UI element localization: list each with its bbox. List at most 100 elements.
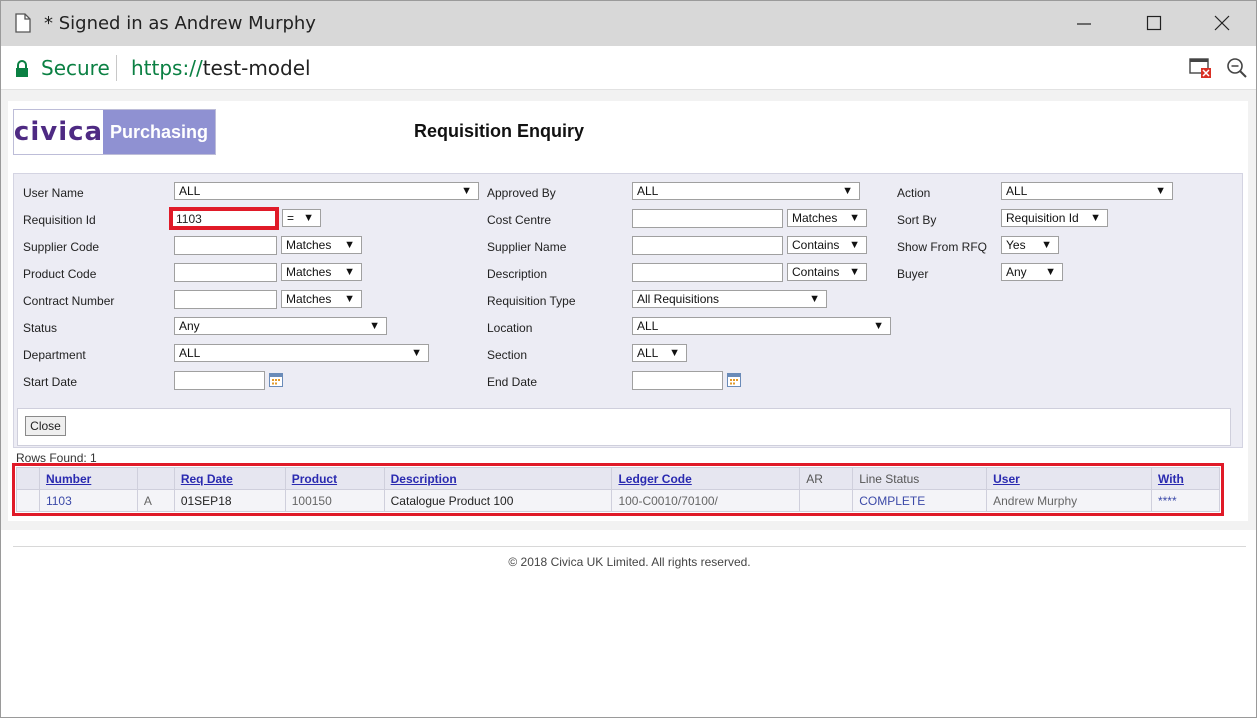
col-header-ledger-code[interactable]: Ledger Code [611,467,801,490]
supplier-code-label: Supplier Code [23,240,100,254]
cell-req-date: 01SEP18 [173,489,286,512]
supplier-code-input[interactable] [174,236,277,255]
product-code-operator-select[interactable]: Matches ▼ [281,263,362,281]
cell-ledger-code: 100-C0010/70100/ [611,489,801,512]
dropdown-arrow-icon: ▼ [849,212,860,224]
col-header-with[interactable]: With [1150,467,1221,490]
dropdown-arrow-icon: ▼ [303,212,314,224]
sort-by-select[interactable]: Requisition Id ▼ [1001,209,1108,227]
minimize-button[interactable] [1054,1,1114,46]
close-button[interactable]: Close [25,416,66,436]
close-icon [1214,15,1230,31]
requisition-id-label: Requisition Id [23,213,96,227]
requisition-type-select[interactable]: All Requisitions ▼ [632,290,827,308]
dropdown-arrow-icon: ▼ [809,293,820,305]
document-icon [15,13,31,36]
product-code-input[interactable] [174,263,277,282]
browser-window: * Signed in as Andrew Murphy Secure http… [0,0,1257,718]
col-header-user[interactable]: User [986,467,1152,490]
calendar-icon[interactable] [727,373,741,387]
cell-description: Catalogue Product 100 [383,489,613,512]
dropdown-arrow-icon: ▼ [369,320,380,332]
buyer-select[interactable]: Any ▼ [1001,263,1063,281]
location-select[interactable]: ALL ▼ [632,317,891,335]
cell-number[interactable]: 1103 [38,489,138,512]
dropdown-arrow-icon: ▼ [873,320,884,332]
address-divider [116,55,117,81]
dropdown-arrow-icon: ▼ [344,239,355,251]
col-header-blank [16,467,40,490]
start-date-input[interactable] [174,371,265,390]
close-window-button[interactable] [1192,1,1252,46]
contract-number-operator-select[interactable]: Matches ▼ [281,290,362,308]
cell-product: 100150 [284,489,385,512]
cell-with[interactable]: **** [1150,489,1221,512]
user-name-label: User Name [23,186,84,200]
results-table: Number Req Date Product Description Ledg… [16,467,1221,512]
window-title: * Signed in as Andrew Murphy [44,13,316,34]
approved-by-select[interactable]: ALL ▼ [632,182,860,200]
show-from-rfq-select[interactable]: Yes ▼ [1001,236,1059,254]
close-bar [17,408,1231,446]
description-label: Description [487,267,548,281]
product-code-label: Product Code [23,267,97,281]
contract-number-label: Contract Number [23,294,115,308]
cost-centre-operator-select[interactable]: Matches ▼ [787,209,867,227]
dropdown-arrow-icon: ▼ [1155,185,1166,197]
supplier-name-operator-select[interactable]: Contains ▼ [787,236,867,254]
description-input[interactable] [632,263,783,282]
maximize-button[interactable] [1124,1,1184,46]
page-title: Requisition Enquiry [414,121,585,141]
col-header-description[interactable]: Description [383,467,613,490]
dropdown-arrow-icon: ▼ [344,266,355,278]
col-header-ar: AR [799,467,854,490]
popup-blocked-icon[interactable] [1189,57,1213,82]
col-header-number[interactable]: Number [38,467,138,490]
dropdown-arrow-icon: ▼ [1045,266,1056,278]
status-select[interactable]: Any ▼ [174,317,387,335]
section-select[interactable]: ALL ▼ [632,344,687,362]
col-header-req-date[interactable]: Req Date [173,467,286,490]
copyright-footer: © 2018 Civica UK Limited. All rights res… [508,555,751,569]
cell-flag: A [136,489,175,512]
requisition-id-operator-select[interactable]: = ▼ [282,209,321,227]
lock-icon [15,60,29,81]
title-bar: * Signed in as Andrew Murphy [1,1,1256,46]
cell-line-status[interactable]: COMPLETE [852,489,988,512]
zoom-icon[interactable] [1226,57,1248,82]
show-from-rfq-label: Show From RFQ [897,240,988,254]
address-bar[interactable]: Secure https://test-model [1,46,1256,90]
dropdown-arrow-icon: ▼ [842,185,853,197]
dropdown-arrow-icon: ▼ [849,266,860,278]
url-text[interactable]: https://test-model [131,56,311,80]
action-select[interactable]: ALL ▼ [1001,182,1173,200]
description-operator-select[interactable]: Contains ▼ [787,263,867,281]
supplier-name-input[interactable] [632,236,783,255]
status-label: Status [23,321,58,335]
minimize-icon [1077,23,1091,25]
department-select[interactable]: ALL ▼ [174,344,429,362]
requisition-id-input[interactable]: 1103 [169,207,279,230]
requisition-type-label: Requisition Type [487,294,576,308]
end-date-input[interactable] [632,371,723,390]
section-label: Section [487,348,528,362]
approved-by-label: Approved By [487,186,556,200]
user-name-select[interactable]: ALL ▼ [174,182,479,200]
dropdown-arrow-icon: ▼ [1041,239,1052,251]
start-date-label: Start Date [23,375,78,389]
civica-purchasing-logo: civica Purchasing [13,109,216,155]
dropdown-arrow-icon: ▼ [669,347,680,359]
cell-blank [16,489,40,512]
footer-divider [13,546,1246,547]
dropdown-arrow-icon: ▼ [461,185,472,197]
calendar-icon[interactable] [269,373,283,387]
table-row[interactable]: 1103 A 01SEP18 100150 Catalogue Product … [16,489,1221,512]
dropdown-arrow-icon: ▼ [344,293,355,305]
supplier-code-operator-select[interactable]: Matches ▼ [281,236,362,254]
sort-by-label: Sort By [897,213,937,227]
contract-number-input[interactable] [174,290,277,309]
col-header-product[interactable]: Product [284,467,385,490]
cost-centre-input[interactable] [632,209,783,228]
action-label: Action [897,186,931,200]
department-label: Department [23,348,86,362]
